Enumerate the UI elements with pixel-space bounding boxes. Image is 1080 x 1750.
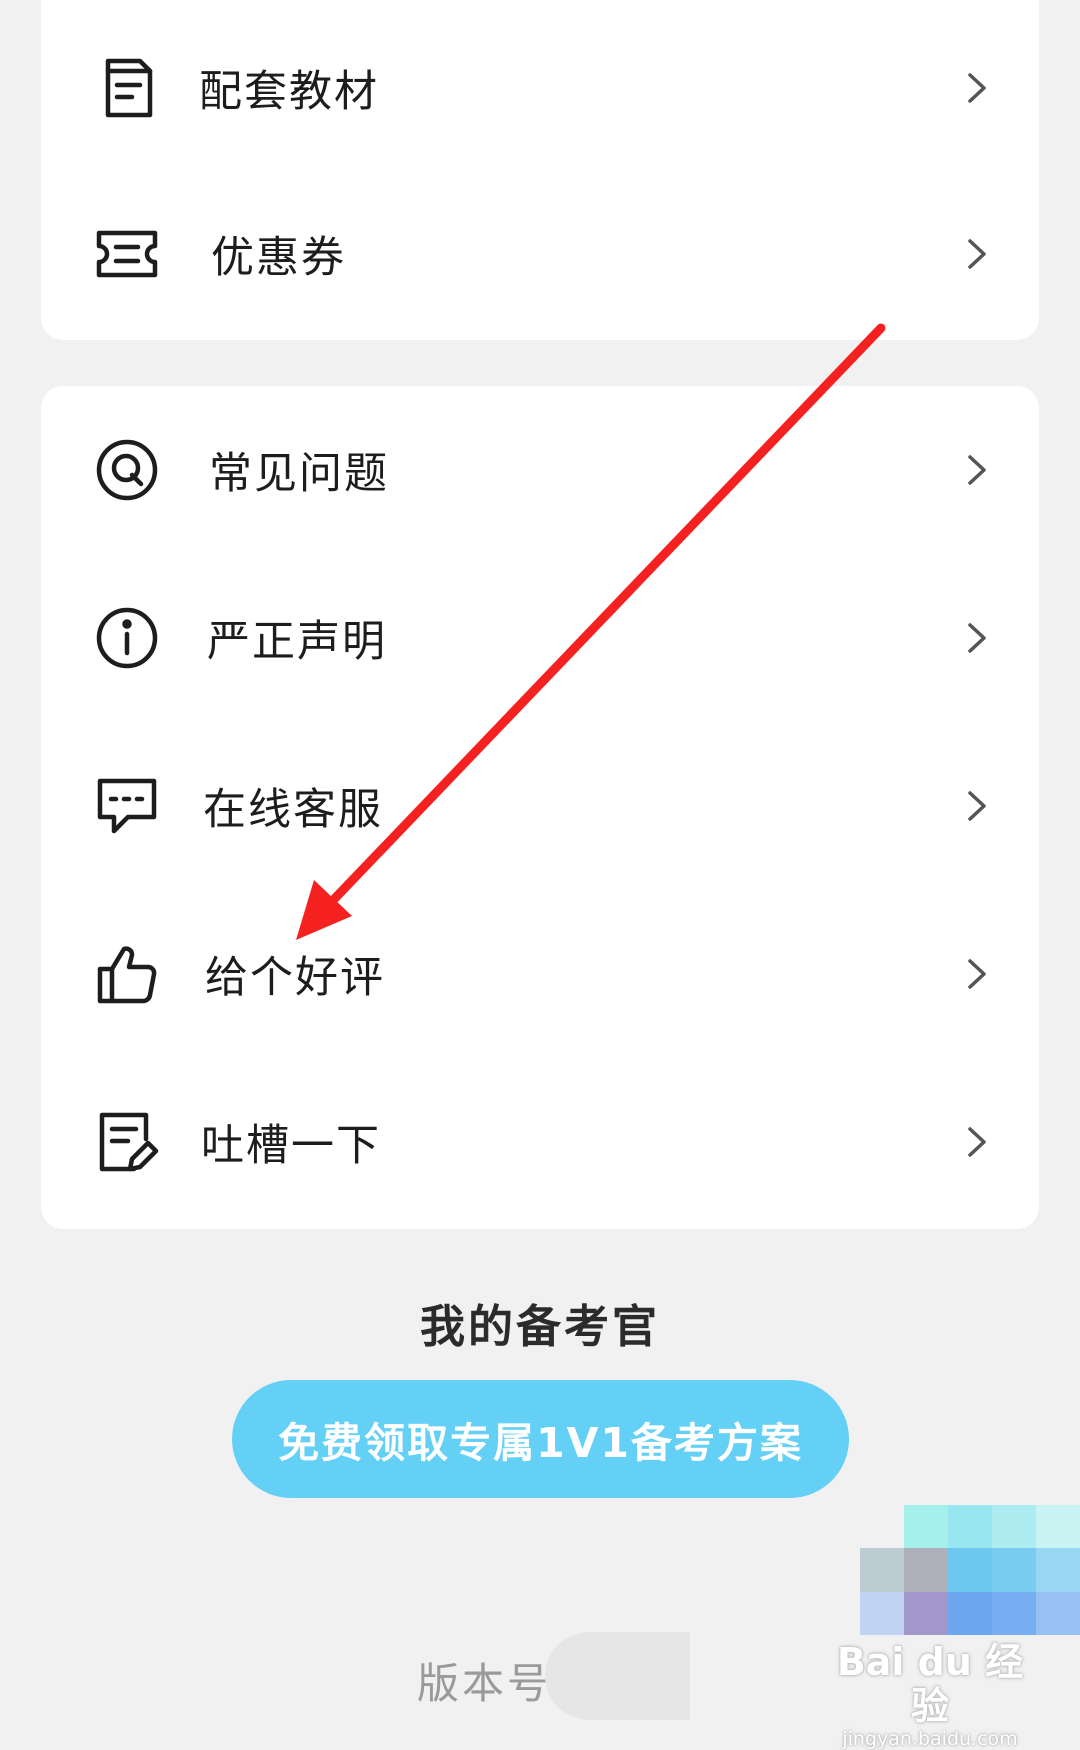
thumbs-up-icon — [94, 941, 160, 1007]
menu-item-coupons[interactable]: 优惠券 — [41, 170, 1039, 338]
faq-icon — [94, 437, 160, 503]
menu-item-customer-service[interactable]: 在线客服 — [41, 722, 1039, 890]
menu-item-label: 吐槽一下 — [201, 1121, 381, 1171]
menu-item-faq[interactable]: 常见问题 — [41, 386, 1039, 554]
pixelated-mosaic — [860, 1505, 1080, 1635]
ticket-icon — [94, 221, 160, 287]
chevron-right-icon — [965, 620, 989, 656]
watermark-main: Bai du 经验 — [836, 1640, 1024, 1728]
free-plan-cta-button[interactable]: 免费领取专属1V1备考方案 — [232, 1380, 849, 1498]
chevron-right-icon — [965, 788, 989, 824]
chevron-right-icon — [965, 956, 989, 992]
menu-item-textbooks[interactable]: 配套教材 — [41, 4, 1039, 172]
watermark-sub: jingyan.baidu.com — [842, 1728, 1018, 1750]
beikao-section-title: 我的备考官 — [419, 1300, 660, 1353]
chat-icon — [94, 773, 160, 839]
chevron-right-icon — [965, 70, 989, 106]
menu-item-feedback[interactable]: 吐槽一下 — [41, 1058, 1039, 1226]
menu-card-top: 配套教材 优惠券 — [41, 0, 1039, 340]
menu-item-label: 配套教材 — [199, 67, 379, 117]
feedback-edit-icon — [94, 1109, 160, 1175]
menu-card-support: 常见问题 严正声明 在线客服 给个好评 吐槽一下 — [41, 386, 1039, 1229]
menu-item-statement[interactable]: 严正声明 — [41, 554, 1039, 722]
version-label: 版本号 — [417, 1659, 553, 1708]
menu-item-label: 严正声明 — [207, 617, 387, 667]
menu-item-label: 常见问题 — [209, 449, 389, 499]
info-icon — [94, 605, 160, 671]
menu-item-rate-app[interactable]: 给个好评 — [41, 890, 1039, 1058]
menu-item-label: 给个好评 — [205, 953, 385, 1003]
version-value-redacted — [545, 1632, 690, 1720]
baidu-jingyan-watermark: Bai du 经验 jingyan.baidu.com — [830, 1640, 1030, 1750]
menu-item-label: 在线客服 — [203, 785, 383, 835]
menu-item-label: 优惠券 — [211, 233, 346, 283]
chevron-right-icon — [965, 452, 989, 488]
chevron-right-icon — [965, 236, 989, 272]
chevron-right-icon — [965, 1124, 989, 1160]
document-icon — [94, 55, 160, 121]
